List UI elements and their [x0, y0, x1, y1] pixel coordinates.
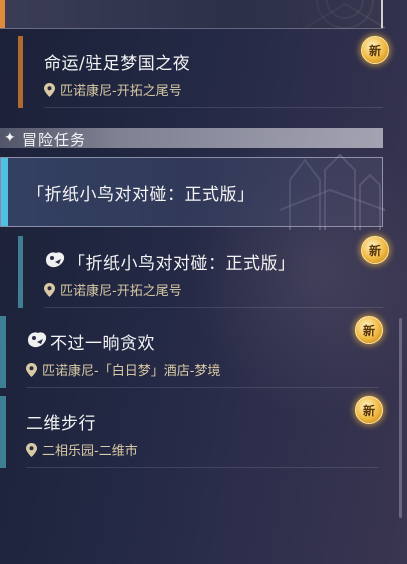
diamond-icon: ✦ [4, 130, 16, 146]
teal-accent-bar [0, 396, 6, 468]
scrollbar[interactable] [399, 318, 402, 518]
quest-title: 不过一晌贪欢 [50, 334, 155, 354]
featured-quest-selected[interactable]: 「折纸小鸟对对碰：正式版」 [0, 157, 383, 227]
new-badge: 新 [361, 36, 389, 64]
quest-title: 「折纸小鸟对对碰：正式版」 [68, 254, 296, 274]
teal-accent-bar [18, 236, 23, 308]
location-text: 匹诺康尼-开拓之尾号 [60, 84, 182, 99]
location-text: 匹诺康尼-「白日梦」酒店-梦境 [42, 364, 221, 379]
new-badge: 新 [355, 396, 383, 424]
strip-edge [381, 0, 383, 28]
orange-accent-bar [0, 0, 5, 28]
divider [44, 107, 383, 108]
paper-bird-icon [28, 332, 47, 348]
cyan-accent-bar [1, 158, 8, 226]
quest-title: 命运/驻足梦国之夜 [44, 54, 191, 74]
location-text: 二相乐园-二维市 [42, 444, 138, 459]
quest-location: 匹诺康尼-「白日梦」酒店-梦境 [26, 360, 220, 379]
location-pin-icon [44, 82, 55, 97]
featured-quest-title: 「折纸小鸟对对碰：正式版」 [27, 185, 255, 205]
quest-location: 匹诺康尼-开拓之尾号 [44, 80, 182, 99]
quest-item-2d-walk[interactable]: 二维步行 二相乐园-二维市 [0, 396, 380, 468]
quest-list-screen: 命运/驻足梦国之夜 匹诺康尼-开拓之尾号 新 ✦ 冒险任务 「折纸小鸟对对碰：正… [0, 0, 407, 564]
section-header-adventure: ✦ 冒险任务 [0, 128, 383, 149]
divider [44, 307, 383, 308]
previous-quest-strip[interactable] [0, 0, 383, 29]
location-pin-icon [44, 282, 55, 297]
location-pin-icon [26, 362, 37, 377]
quest-item-paper-bird[interactable]: 「折纸小鸟对对碰：正式版」 匹诺康尼-开拓之尾号 [18, 236, 383, 308]
new-badge: 新 [355, 316, 383, 344]
teal-accent-bar [0, 316, 6, 388]
quest-item-daydream[interactable]: 不过一晌贪欢 匹诺康尼-「白日梦」酒店-梦境 [0, 316, 380, 388]
new-badge: 新 [361, 236, 389, 264]
quest-location: 二相乐园-二维市 [26, 440, 138, 459]
paper-bird-icon [46, 252, 65, 268]
section-label: 冒险任务 [22, 131, 87, 149]
location-text: 匹诺康尼-开拓之尾号 [60, 284, 182, 299]
divider [26, 467, 378, 468]
orange-accent-bar [18, 36, 23, 108]
divider [26, 387, 378, 388]
quest-item-trailblaze[interactable]: 命运/驻足梦国之夜 匹诺康尼-开拓之尾号 [18, 36, 383, 108]
location-pin-icon [26, 442, 37, 457]
quest-title: 二维步行 [26, 414, 96, 434]
quest-location: 匹诺康尼-开拓之尾号 [44, 280, 182, 299]
